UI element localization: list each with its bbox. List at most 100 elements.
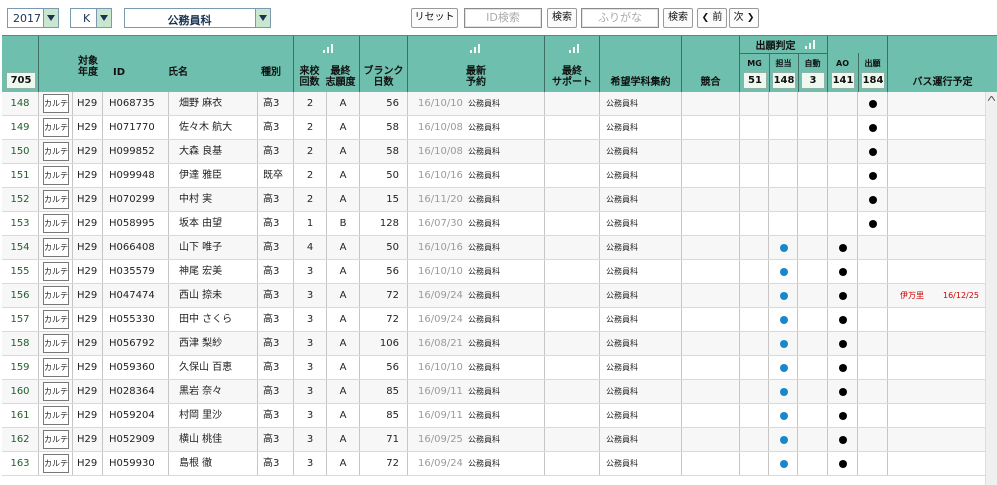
karte-button[interactable]: カルテ bbox=[43, 358, 69, 377]
furigana-search-button[interactable]: 検索 bbox=[663, 8, 693, 28]
cell-mg bbox=[740, 404, 769, 427]
table-row[interactable]: 149 カルテ H29 H071770 佐々木 航大 高3 2 A 58 16/10/08 公務員科… bbox=[2, 116, 997, 140]
header-ao-cell: AO 出願 141 184 bbox=[828, 36, 888, 93]
cell-tanto bbox=[769, 380, 798, 403]
class-select[interactable]: K bbox=[70, 8, 112, 28]
reservation-dept: 公務員科 bbox=[468, 411, 500, 420]
cell-mg bbox=[740, 284, 769, 307]
table-row[interactable]: 160 カルテ H29 H028364 黒岩 奈々 高3 3 A 85 16/09/11 公務員科 公… bbox=[2, 380, 997, 404]
table-row[interactable]: 152 カルテ H29 H070299 中村 実高3 2 A 15 16/11/20 公務員科 公務… bbox=[2, 188, 997, 212]
cell-compete bbox=[682, 380, 740, 403]
table-row[interactable]: 155 カルテ H29 H035579 神尾 宏美 高3 3 A 56 16/10/10 公務員科 公… bbox=[2, 260, 997, 284]
id-search-input[interactable]: ID検索 bbox=[464, 8, 542, 28]
chevron-down-icon[interactable] bbox=[43, 9, 58, 27]
id-search-button[interactable]: 検索 bbox=[547, 8, 577, 28]
karte-button[interactable]: カルテ bbox=[43, 454, 69, 473]
next-button[interactable]: 次 ❯ bbox=[729, 8, 759, 28]
reset-button[interactable]: リセット bbox=[411, 8, 458, 28]
cell-ao bbox=[828, 212, 858, 235]
karte-button[interactable]: カルテ bbox=[43, 286, 69, 305]
table-row[interactable]: 159 カルテ H29 H059360 久保山 百恵 高3 3 A 56 16/10/10 公務員科… bbox=[2, 356, 997, 380]
chevron-down-icon[interactable] bbox=[255, 9, 270, 27]
table-row[interactable]: 156 カルテ H29 H047474 西山 捺未 高3 3 A 72 16/09/24 公務員科 公… bbox=[2, 284, 997, 308]
toolbar: 2017 K 公務員科 リセット ID検索 検索 ふりがな 検索 ❮ 前 次 ❯ bbox=[0, 0, 997, 34]
karte-button[interactable]: カルテ bbox=[43, 238, 69, 257]
karte-button[interactable]: カルテ bbox=[43, 334, 69, 353]
cell-id: H071770 bbox=[103, 116, 169, 139]
prev-label: 前 bbox=[712, 12, 723, 23]
karte-button[interactable]: カルテ bbox=[43, 430, 69, 449]
bar-chart-icon bbox=[569, 44, 581, 53]
cell-apply bbox=[858, 452, 888, 475]
cell-id: H059204 bbox=[103, 404, 169, 427]
cell-visits: 3 bbox=[294, 356, 327, 379]
karte-button[interactable]: カルテ bbox=[43, 94, 69, 113]
bar-chart-icon bbox=[805, 40, 817, 49]
karte-button[interactable]: カルテ bbox=[43, 262, 69, 281]
cell-id: H056792 bbox=[103, 332, 169, 355]
cell-apply bbox=[858, 92, 888, 115]
cell-no: 163 bbox=[2, 452, 39, 475]
furigana-input[interactable]: ふりがな bbox=[581, 8, 659, 28]
cell-date: 16/10/16 公務員科 bbox=[408, 164, 545, 187]
status-dot bbox=[839, 364, 847, 372]
table-row[interactable]: 151 カルテ H29 H099948 伊達 雅臣 既卒 2 A 50 16/10/16 公務員科 公… bbox=[2, 164, 997, 188]
cell-name: 村岡 里沙 bbox=[169, 404, 258, 427]
cell-hope: 公務員科 bbox=[600, 428, 682, 451]
year-select[interactable]: 2017 bbox=[7, 8, 59, 28]
status-dot bbox=[839, 412, 847, 420]
vertical-scrollbar[interactable] bbox=[985, 92, 997, 485]
table-row[interactable]: 150 カルテ H29 H099852 大森 良基 高3 2 A 58 16/10/08 公務員科 公… bbox=[2, 140, 997, 164]
chevron-down-icon[interactable] bbox=[96, 9, 111, 27]
cell-year: H29 bbox=[73, 140, 103, 163]
cell-visits: 3 bbox=[294, 260, 327, 283]
cell-apply bbox=[858, 284, 888, 307]
table-row[interactable]: 157 カルテ H29 H055330 田中 さくら 高3 3 A 72 16/09/24 公務員科… bbox=[2, 308, 997, 332]
cell-visits: 1 bbox=[294, 212, 327, 235]
cell-mg bbox=[740, 212, 769, 235]
chevron-up-icon[interactable] bbox=[988, 96, 995, 101]
karte-button[interactable]: カルテ bbox=[43, 166, 69, 185]
table-row[interactable]: 161 カルテ H29 H059204 村岡 里沙 高3 3 A 85 16/09/11 公務員科 公… bbox=[2, 404, 997, 428]
cell-hope: 公務員科 bbox=[600, 380, 682, 403]
table-row[interactable]: 158 カルテ H29 H056792 西津 梨紗 高3 3 A 106 16/08/21 公務員科… bbox=[2, 332, 997, 356]
table-row[interactable]: 162 カルテ H29 H052909 横山 桃佳 高3 3 A 71 16/09/25 公務員科 公… bbox=[2, 428, 997, 452]
table-row[interactable]: 154 カルテ H29 H066408 山下 唯子 高3 4 A 50 16/10/16 公務員科 公… bbox=[2, 236, 997, 260]
karte-button[interactable]: カルテ bbox=[43, 118, 69, 137]
prev-button[interactable]: ❮ 前 bbox=[697, 8, 727, 28]
cell-no: 158 bbox=[2, 332, 39, 355]
karte-button[interactable]: カルテ bbox=[43, 406, 69, 425]
table-row[interactable]: 163 カルテ H29 H059930 島根 徹高3 3 A 72 16/09/24 公務員科 公務… bbox=[2, 452, 997, 476]
cell-bus bbox=[888, 428, 986, 451]
student-grid: 705 対象 年度 ID 氏名 種別 来校 回数 最終 志願度 ブランク 日数 … bbox=[2, 35, 997, 485]
karte-button[interactable]: カルテ bbox=[43, 310, 69, 329]
cell-hope: 公務員科 bbox=[600, 452, 682, 475]
cell-ao bbox=[828, 92, 858, 115]
karte-button[interactable]: カルテ bbox=[43, 190, 69, 209]
cell-compete bbox=[682, 428, 740, 451]
karte-button[interactable]: カルテ bbox=[43, 382, 69, 401]
cell-year: H29 bbox=[73, 260, 103, 283]
cell-visits: 3 bbox=[294, 428, 327, 451]
table-row[interactable]: 153 カルテ H29 H058995 坂本 由望 高3 1 B 128 16/07/30 公務員科… bbox=[2, 212, 997, 236]
cell-name: 大森 良基 bbox=[169, 140, 258, 163]
table-row[interactable]: 148 カルテ H29 H068735 畑野 麻衣 高3 2 A 56 16/10/10 公務員科 公… bbox=[2, 92, 997, 116]
cell-kind: 高3 bbox=[258, 284, 294, 307]
reservation-date: 16/09/24 bbox=[418, 290, 463, 301]
karte-button[interactable]: カルテ bbox=[43, 214, 69, 233]
cell-year: H29 bbox=[73, 284, 103, 307]
reservation-dept: 公務員科 bbox=[468, 267, 500, 276]
cell-kind: 高3 bbox=[258, 452, 294, 475]
karte-button[interactable]: カルテ bbox=[43, 142, 69, 161]
cell-apply bbox=[858, 260, 888, 283]
cell-no: 152 bbox=[2, 188, 39, 211]
cell-visits: 2 bbox=[294, 92, 327, 115]
cell-asp: A bbox=[327, 428, 360, 451]
cell-no: 160 bbox=[2, 380, 39, 403]
dept-select[interactable]: 公務員科 bbox=[124, 8, 271, 28]
cell-bus bbox=[888, 212, 986, 235]
cell-hope: 公務員科 bbox=[600, 116, 682, 139]
status-dot bbox=[869, 172, 877, 180]
cell-asp: A bbox=[327, 260, 360, 283]
cell-kind: 高3 bbox=[258, 212, 294, 235]
